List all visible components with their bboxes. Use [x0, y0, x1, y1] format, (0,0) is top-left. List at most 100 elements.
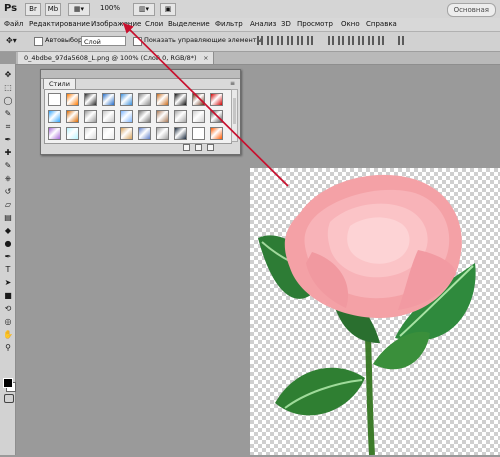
eyedropper-tool-icon[interactable]: ✒	[3, 135, 13, 145]
style-swatch[interactable]	[66, 110, 79, 123]
shape-tool-icon[interactable]: ■	[3, 291, 13, 301]
style-swatch[interactable]	[192, 110, 205, 123]
style-swatch[interactable]	[102, 110, 115, 123]
distribute-left-icon[interactable]	[357, 36, 366, 45]
style-swatch[interactable]	[174, 127, 187, 140]
menu-analysis[interactable]: Анализ	[250, 19, 276, 30]
style-swatch[interactable]	[66, 93, 79, 106]
style-swatch[interactable]	[210, 93, 223, 106]
style-swatch[interactable]	[102, 127, 115, 140]
dodge-tool-icon[interactable]: ●	[3, 239, 13, 249]
styles-scrollbar[interactable]	[231, 89, 238, 142]
align-hcenter-icon[interactable]	[297, 36, 305, 45]
blur-tool-icon[interactable]: ◆	[3, 226, 13, 236]
menu-help[interactable]: Справка	[366, 19, 397, 30]
arrange-documents-icon[interactable]: ▥▾	[133, 3, 155, 16]
style-swatch[interactable]	[210, 110, 223, 123]
style-swatch[interactable]	[48, 93, 61, 106]
align-bottom-icon[interactable]	[277, 36, 285, 45]
style-swatch[interactable]	[156, 93, 169, 106]
workspace-switcher[interactable]: Основная	[446, 3, 496, 17]
distribute-right-icon[interactable]	[377, 36, 386, 45]
style-swatch[interactable]	[120, 93, 133, 106]
style-swatch[interactable]	[138, 127, 151, 140]
lasso-tool-icon[interactable]: ◯	[3, 96, 13, 106]
style-swatch[interactable]	[120, 127, 133, 140]
style-swatch[interactable]	[174, 110, 187, 123]
menu-3d[interactable]: 3D	[281, 19, 291, 30]
menu-window[interactable]: Окно	[341, 19, 360, 30]
document-canvas[interactable]	[250, 168, 500, 456]
style-swatch[interactable]	[174, 93, 187, 106]
clear-style-icon[interactable]	[183, 144, 190, 151]
screen-mode-icon[interactable]: ▣	[160, 3, 176, 16]
style-swatch[interactable]	[120, 110, 133, 123]
menu-filter[interactable]: Фильтр	[215, 19, 243, 30]
align-right-icon[interactable]	[307, 36, 315, 45]
marquee-tool-icon[interactable]: ⬚	[3, 83, 13, 93]
style-swatch[interactable]	[84, 127, 97, 140]
menu-file[interactable]: Файл	[4, 19, 23, 30]
distribute-bottom-icon[interactable]	[347, 36, 356, 45]
style-swatch[interactable]	[192, 127, 205, 140]
menu-view[interactable]: Просмотр	[297, 19, 333, 30]
menu-select[interactable]: Выделение	[168, 19, 210, 30]
zoom-tool-icon[interactable]: ⚲	[3, 343, 13, 353]
style-swatch[interactable]	[192, 93, 205, 106]
align-vcenter-icon[interactable]	[267, 36, 275, 45]
quick-select-tool-icon[interactable]: ✎	[3, 109, 13, 119]
gradient-tool-icon[interactable]: ▤	[3, 213, 13, 223]
menu-layers[interactable]: Слои	[145, 19, 163, 30]
mini-bridge-button[interactable]: Mb	[45, 3, 61, 16]
styles-tab[interactable]: Стили	[43, 78, 76, 89]
panel-menu-icon[interactable]: ≡	[230, 80, 238, 87]
style-swatch[interactable]	[138, 93, 151, 106]
bridge-button[interactable]: Br	[25, 3, 41, 16]
foreground-color-swatch[interactable]	[3, 378, 13, 388]
move-tool-icon[interactable]: ✥	[3, 70, 13, 80]
style-swatch[interactable]	[210, 127, 223, 140]
autoselect-checkbox[interactable]	[34, 37, 43, 46]
style-swatch[interactable]	[48, 110, 61, 123]
quick-mask-icon[interactable]	[4, 394, 14, 403]
menu-image[interactable]: Изображение	[91, 19, 141, 30]
align-distribute-icons[interactable]	[257, 36, 497, 47]
hand-tool-icon[interactable]: ✋	[3, 330, 13, 340]
align-left-icon[interactable]	[287, 36, 295, 45]
auto-align-icon[interactable]	[398, 36, 407, 45]
path-selection-tool-icon[interactable]: ➤	[3, 278, 13, 288]
pen-tool-icon[interactable]: ✒	[3, 252, 13, 262]
document-tab[interactable]: 0_4bdbe_97da5608_L.png @ 100% (Слой 0, R…	[18, 52, 214, 64]
show-transform-controls-checkbox[interactable]	[133, 37, 142, 46]
move-tool-preset-icon[interactable]: ✥▾	[6, 36, 17, 46]
healing-brush-tool-icon[interactable]: ✚	[3, 148, 13, 158]
3d-rotate-tool-icon[interactable]: ⟲	[3, 304, 13, 314]
new-style-icon[interactable]	[195, 144, 202, 151]
distribute-top-icon[interactable]	[327, 36, 336, 45]
3d-orbit-tool-icon[interactable]: ◎	[3, 317, 13, 327]
style-swatch[interactable]	[138, 110, 151, 123]
style-swatch[interactable]	[102, 93, 115, 106]
style-swatch[interactable]	[84, 93, 97, 106]
menu-edit[interactable]: Редактирование	[29, 19, 90, 30]
brush-tool-icon[interactable]: ✎	[3, 161, 13, 171]
align-top-icon[interactable]	[257, 36, 265, 45]
scroll-thumb[interactable]	[233, 98, 236, 124]
delete-style-icon[interactable]	[207, 144, 214, 151]
view-extras-icon[interactable]: ▦▾	[68, 3, 90, 16]
style-swatch[interactable]	[156, 110, 169, 123]
type-tool-icon[interactable]: T	[3, 265, 13, 275]
history-brush-tool-icon[interactable]: ↺	[3, 187, 13, 197]
autoselect-layer-select[interactable]: Слой	[81, 36, 126, 46]
crop-tool-icon[interactable]: ⌗	[3, 122, 13, 132]
close-icon[interactable]: ×	[203, 52, 208, 64]
style-swatch[interactable]	[84, 110, 97, 123]
zoom-level[interactable]: 100%	[100, 3, 120, 14]
style-swatch[interactable]	[66, 127, 79, 140]
distribute-vcenter-icon[interactable]	[337, 36, 346, 45]
style-swatch[interactable]	[156, 127, 169, 140]
clone-stamp-tool-icon[interactable]: ⎈	[3, 174, 13, 184]
eraser-tool-icon[interactable]: ▱	[3, 200, 13, 210]
style-swatch[interactable]	[48, 127, 61, 140]
distribute-hcenter-icon[interactable]	[367, 36, 376, 45]
